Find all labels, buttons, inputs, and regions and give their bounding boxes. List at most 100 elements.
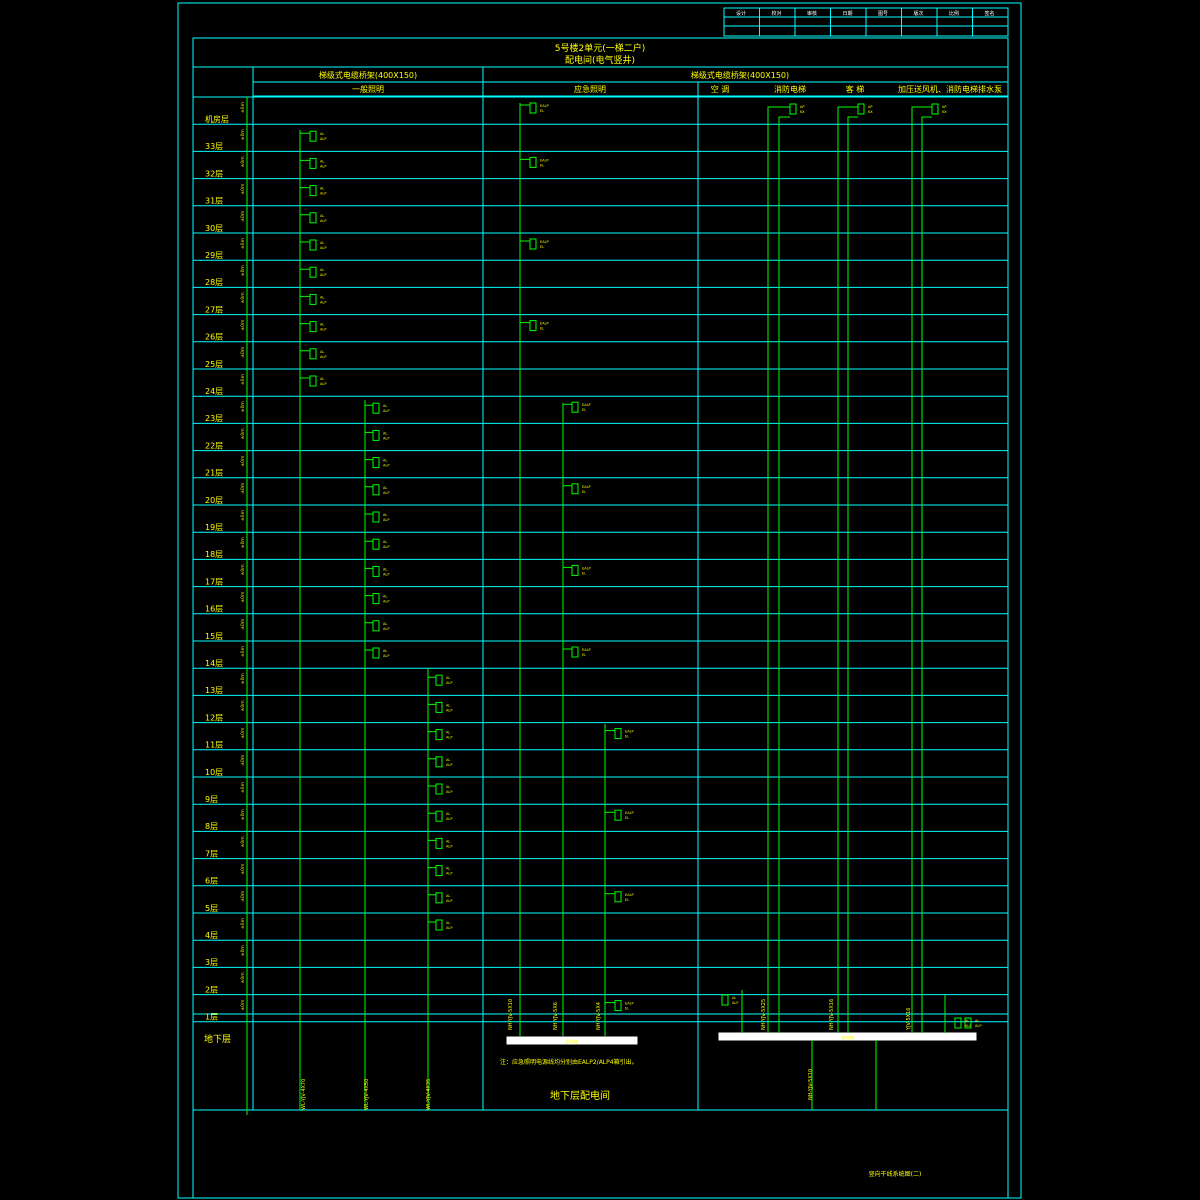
distribution-box xyxy=(309,321,317,333)
col-pressurization: 加压送风机、消防电梯排水泵 xyxy=(898,84,1002,94)
box-label: AL xyxy=(446,921,450,925)
branch-line xyxy=(364,486,373,493)
cable-tray-left-label: 梯级式电缆桥架(400X150) xyxy=(319,70,417,80)
box-sublabel: ALP xyxy=(446,681,452,685)
distribution-box xyxy=(435,837,443,849)
box-sublabel: EL xyxy=(582,571,586,575)
cable-label: NH-YJV-5X10 xyxy=(808,1069,814,1100)
box-sublabel: EL xyxy=(582,490,586,494)
branch-line xyxy=(299,159,310,167)
floor-height-tag: ±0m xyxy=(240,102,246,113)
floor-height-tag: ±0m xyxy=(240,347,246,358)
box-label: EALP xyxy=(625,811,634,815)
distribution-box xyxy=(372,429,380,441)
distribution-box xyxy=(614,1000,622,1012)
branch-line xyxy=(427,921,436,928)
distribution-box xyxy=(529,156,537,168)
distribution-box xyxy=(614,809,622,821)
distribution-box xyxy=(372,593,380,605)
distribution-box xyxy=(571,483,579,495)
box-sublabel: ALP xyxy=(446,708,452,712)
title-block-cell: 版次 xyxy=(913,10,923,17)
branch-line xyxy=(364,459,373,466)
box-sublabel: KX xyxy=(942,110,947,114)
box-sublabel: ALP xyxy=(383,409,389,413)
branch-line xyxy=(562,566,572,574)
floor-height-tag: ±0m xyxy=(240,1000,246,1011)
title-line1: 5号楼2单元(一梯二户) xyxy=(555,42,645,54)
distribution-box xyxy=(435,919,443,931)
floor-label: 29层 xyxy=(205,251,223,260)
floor-label: 27层 xyxy=(205,305,223,314)
box-sublabel: ALP xyxy=(383,545,389,549)
box-label: AP xyxy=(868,105,873,109)
cable-label: YJV-5X16 xyxy=(906,1008,912,1031)
distribution-box xyxy=(529,238,537,250)
branch-line xyxy=(364,404,373,412)
floor-label: 5层 xyxy=(205,904,218,913)
box-sublabel: EL xyxy=(540,109,544,113)
distribution-box xyxy=(614,891,622,903)
distribution-box xyxy=(789,103,797,115)
branch-line xyxy=(562,648,572,655)
branch-line xyxy=(519,240,530,247)
box-label: AL xyxy=(383,431,387,435)
box-sublabel: EL xyxy=(540,245,544,249)
floor-label: 3层 xyxy=(205,958,218,967)
box-sublabel: ALP xyxy=(965,1024,971,1028)
floor-label: 17层 xyxy=(205,577,223,586)
floor-height-tag: ±0m xyxy=(240,238,246,249)
box-label: AL xyxy=(383,459,387,463)
box-label: AL xyxy=(383,540,387,544)
floor-height-tag: ±0m xyxy=(240,728,246,739)
distribution-box xyxy=(571,564,579,576)
box-sublabel: ALP xyxy=(446,899,452,903)
branch-line xyxy=(299,377,310,384)
floor-label: 14层 xyxy=(205,659,223,668)
floor-height-tag: ±0m xyxy=(240,510,246,521)
branch-line xyxy=(299,187,310,194)
box-label: AL xyxy=(320,241,324,245)
floor-label: 1层 xyxy=(205,1013,218,1022)
distribution-box xyxy=(435,810,443,822)
box-sublabel: ALP xyxy=(320,137,326,141)
floor-label: 15层 xyxy=(205,632,223,641)
branch-line xyxy=(364,595,373,602)
box-sublabel: EL xyxy=(625,1007,629,1011)
floor-label: 19层 xyxy=(205,523,223,532)
branch-line xyxy=(427,703,436,711)
distribution-box xyxy=(571,646,579,658)
box-label: EALP xyxy=(625,893,634,897)
box-sublabel: ALP xyxy=(446,763,452,767)
distribution-box xyxy=(309,375,317,387)
distribution-box xyxy=(571,401,579,413)
box-label: AL xyxy=(446,731,450,735)
distribution-box xyxy=(614,728,622,740)
box-label: EALP xyxy=(582,648,591,652)
floor-label: 11层 xyxy=(205,741,223,750)
distribution-box xyxy=(954,1017,962,1029)
box-label: AL xyxy=(320,268,324,272)
floor-height-tag: ±0m xyxy=(240,836,246,847)
col-passenger-elevator: 客 梯 xyxy=(846,84,865,94)
floor-label: 20层 xyxy=(205,496,223,505)
floor-height-tag: ±0m xyxy=(240,156,246,167)
box-sublabel: ALP xyxy=(383,491,389,495)
distribution-box xyxy=(529,102,537,114)
floor-label: 2层 xyxy=(205,985,218,994)
box-sublabel: ALP xyxy=(320,273,326,277)
box-label: AL xyxy=(320,350,324,354)
branch-line xyxy=(837,106,858,110)
box-sublabel: ALP xyxy=(320,300,326,304)
box-label: AL xyxy=(446,785,450,789)
branch-line xyxy=(519,158,530,166)
box-sublabel: EL xyxy=(625,735,629,739)
box-sublabel: EL xyxy=(582,408,586,412)
branch-line xyxy=(767,106,790,110)
box-label: EALP xyxy=(540,158,549,162)
box-label: EALP xyxy=(540,322,549,326)
riser-diagram: 设计 校对 审核 日期 图号 版次 比例 签名 5号楼2单元(一梯二户) 配电间(电气竖井) … xyxy=(177,2,1022,1199)
box-label: AL xyxy=(383,649,387,653)
basement-panel-right-label: 配电箱 xyxy=(842,1034,854,1040)
distribution-box xyxy=(372,457,380,469)
